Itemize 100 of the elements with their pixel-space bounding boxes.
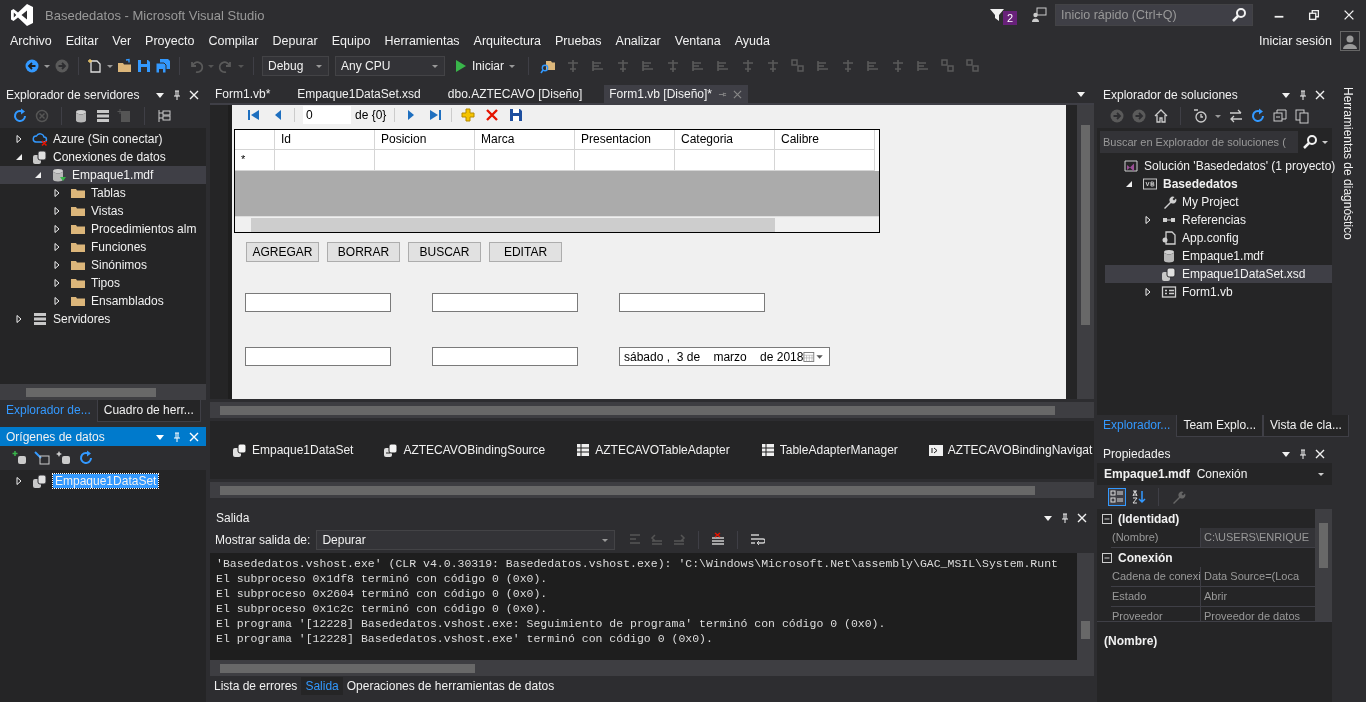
collapse-icon[interactable]	[1102, 552, 1112, 563]
table-cell[interactable]	[775, 150, 875, 171]
collapse-all-icon[interactable]	[1272, 108, 1288, 124]
menu-item[interactable]: Proyecto	[138, 34, 202, 48]
property-name[interactable]: Proveedor	[1111, 607, 1200, 621]
alphabetical-icon[interactable]	[1131, 489, 1147, 505]
component-label[interactable]: AZTECAVOTableAdapter	[595, 443, 730, 457]
expander-icon[interactable]	[1124, 179, 1134, 189]
expander-icon[interactable]	[14, 314, 24, 324]
tree-item[interactable]: Empaque1.mdf	[1105, 247, 1332, 265]
find-in-files-icon[interactable]	[540, 58, 556, 74]
table-cell[interactable]	[475, 150, 575, 171]
side-tab[interactable]: Herramientas de diagnóstico	[1341, 85, 1355, 242]
menu-item[interactable]: Equipo	[324, 34, 378, 48]
open-folder-icon[interactable]	[117, 58, 133, 74]
panel-tab[interactable]: Salida	[301, 677, 343, 695]
tree-item[interactable]: Empaque1DataSet.xsd	[1105, 265, 1332, 283]
scrollbar[interactable]	[0, 384, 206, 400]
pin-icon[interactable]	[1298, 89, 1308, 100]
text-field[interactable]	[245, 347, 391, 366]
tree-item[interactable]: Referencias	[1105, 211, 1332, 229]
refresh-icon[interactable]	[12, 108, 28, 124]
new-project-icon[interactable]	[87, 58, 103, 74]
property-name[interactable]: Estado	[1111, 587, 1200, 606]
filter-icon[interactable]	[988, 7, 1005, 23]
configuration-dropdown[interactable]: Debug	[262, 56, 329, 76]
save-icon[interactable]	[136, 58, 152, 74]
scrollbar[interactable]	[210, 660, 1094, 676]
expander-icon[interactable]	[52, 260, 62, 270]
component-label[interactable]: AZTECAVOBindingNavigat	[947, 443, 1093, 457]
scrollbar[interactable]	[210, 402, 1094, 418]
text-field[interactable]	[432, 293, 578, 312]
expander-icon[interactable]	[14, 152, 24, 162]
scrollbar[interactable]	[210, 482, 1094, 498]
property-name[interactable]: Cadena de conexi	[1111, 567, 1200, 586]
menu-item[interactable]: Analizar	[608, 34, 668, 48]
pin-icon[interactable]	[172, 89, 182, 100]
add-data-source-icon[interactable]	[12, 450, 28, 466]
start-button[interactable]: Iniciar	[448, 58, 520, 74]
expander-icon[interactable]	[1143, 287, 1153, 297]
caret-icon[interactable]	[1321, 138, 1329, 146]
component-label[interactable]: TableAdapterManager	[779, 443, 898, 457]
table-cell[interactable]	[575, 150, 675, 171]
collapse-icon[interactable]	[1102, 513, 1112, 524]
object-selector[interactable]: Empaque1.mdf Conexión	[1097, 463, 1332, 485]
tree-item[interactable]: Conexiones de datos	[0, 148, 206, 166]
notification-badge[interactable]: 2	[1002, 11, 1017, 25]
tree-item[interactable]: Sinónimos	[0, 256, 206, 274]
refresh-icon[interactable]	[1250, 108, 1266, 124]
component-label[interactable]: Empaque1DataSet	[252, 443, 354, 457]
hierarchy-icon[interactable]	[156, 108, 172, 124]
tab-list-icon[interactable]	[1076, 89, 1086, 99]
text-field[interactable]	[619, 293, 765, 312]
form-button[interactable]: BUSCAR	[408, 242, 481, 262]
menu-item[interactable]: Herramientas	[377, 34, 467, 48]
scrollbar[interactable]	[1315, 509, 1332, 621]
expander-icon[interactable]	[52, 278, 62, 288]
clear-all-icon[interactable]	[710, 532, 727, 548]
component-label[interactable]: AZTECAVOBindingSource	[403, 443, 546, 457]
menu-item[interactable]: Arquitectura	[466, 34, 548, 48]
expander-icon[interactable]	[52, 206, 62, 216]
position-field[interactable]: 0	[303, 106, 351, 124]
text-field[interactable]	[245, 293, 391, 312]
platform-dropdown[interactable]: Any CPU	[335, 56, 445, 76]
last-record-icon[interactable]	[427, 107, 444, 123]
menu-item[interactable]: Archivo	[3, 34, 59, 48]
tree-item[interactable]: Procedimientos alm	[0, 220, 206, 238]
connect-server-icon[interactable]	[95, 108, 111, 124]
document-tab[interactable]: Form1.vb*	[210, 85, 293, 103]
expander-icon[interactable]	[52, 224, 62, 234]
text-field[interactable]	[432, 347, 578, 366]
panel-tab[interactable]: Lista de errores	[210, 677, 302, 695]
data-grid[interactable]: Id Posicion Marca Presentacion Categoria Calibre *	[234, 129, 880, 233]
panel-tab[interactable]: Explorador...	[1097, 415, 1177, 436]
tree-item[interactable]: Basededatos	[1105, 175, 1332, 193]
expander-icon[interactable]	[1143, 215, 1153, 225]
panel-tab[interactable]: Cuadro de herr...	[96, 400, 201, 422]
expander-icon[interactable]	[14, 134, 24, 144]
delete-icon[interactable]	[484, 107, 501, 123]
sign-in-link[interactable]: Iniciar sesión	[1259, 34, 1332, 48]
menu-item[interactable]: Editar	[58, 34, 106, 48]
tree-item[interactable]: Empaque1.mdf	[0, 166, 206, 184]
search-icon[interactable]	[1302, 134, 1318, 150]
expander-icon[interactable]	[33, 170, 43, 180]
tree-item[interactable]: App.config	[1105, 229, 1332, 247]
pin-icon[interactable]	[1060, 512, 1070, 523]
search-field[interactable]: Buscar en Explorador de soluciones (	[1100, 131, 1298, 153]
property-name[interactable]: (Nombre)	[1111, 528, 1200, 547]
refresh-icon[interactable]	[78, 450, 94, 466]
menu-item[interactable]: Depurar	[265, 34, 325, 48]
save-icon[interactable]	[508, 107, 525, 123]
scrollbar[interactable]	[1077, 553, 1094, 660]
tree-item[interactable]: Vistas	[0, 202, 206, 220]
categorized-icon[interactable]	[1109, 489, 1125, 505]
scrollbar[interactable]	[1077, 105, 1094, 399]
edit-dataset-icon[interactable]	[34, 450, 50, 466]
menu-item[interactable]: Compilar	[201, 34, 266, 48]
connect-database-icon[interactable]	[73, 108, 89, 124]
form-button[interactable]: EDITAR	[489, 242, 562, 262]
menu-item[interactable]: Ayuda	[727, 34, 777, 48]
